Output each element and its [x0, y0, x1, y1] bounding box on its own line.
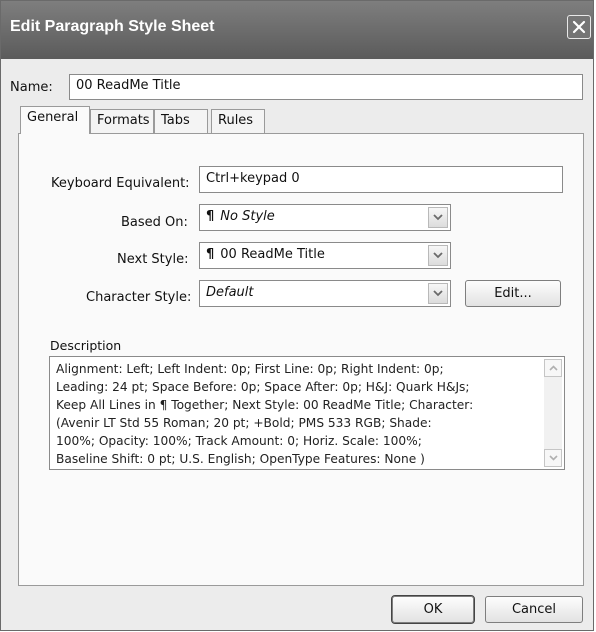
description-line: Leading: 24 pt; Space Before: 0p; Space …	[56, 380, 470, 394]
edit-button-label: Edit...	[494, 286, 532, 301]
description-line: Alignment: Left; Left Indent: 0p; First …	[56, 362, 444, 376]
dialog-window: Edit Paragraph Style Sheet Name: 00 Read…	[0, 0, 594, 631]
keyboard-equivalent-label: Keyboard Equivalent:	[51, 176, 190, 191]
character-style-value: Default	[206, 285, 254, 300]
keyboard-equivalent-input[interactable]: Ctrl+keypad 0	[199, 166, 563, 193]
description-line: (Avenir LT Std 55 Roman; 20 pt; +Bold; P…	[56, 416, 432, 430]
tab-general-label: General	[27, 110, 79, 125]
character-style-dropdown-button[interactable]	[428, 283, 448, 304]
tab-tabs-label: Tabs	[161, 113, 190, 128]
pilcrow-icon: ¶	[206, 247, 215, 262]
name-input[interactable]: 00 ReadMe Title	[69, 74, 583, 100]
based-on-label: Based On:	[121, 215, 188, 230]
description-line: Baseline Shift: 0 pt; U.S. English; Open…	[56, 452, 425, 466]
chevron-down-icon	[433, 252, 443, 259]
pilcrow-icon: ¶	[206, 209, 215, 224]
description-box[interactable]: Alignment: Left; Left Indent: 0p; First …	[49, 356, 565, 470]
character-style-select[interactable]: Default	[199, 280, 451, 307]
scroll-down-icon	[548, 455, 558, 461]
scroll-up-button[interactable]	[544, 359, 562, 377]
name-value: 00 ReadMe Title	[76, 78, 181, 93]
chevron-down-icon	[433, 214, 443, 221]
description-line: Keep All Lines in ¶ Together; Next Style…	[56, 398, 474, 412]
scroll-down-button[interactable]	[544, 449, 562, 467]
tab-rules[interactable]: Rules	[211, 109, 265, 133]
next-style-dropdown-button[interactable]	[428, 245, 448, 266]
based-on-select[interactable]: ¶ No Style	[199, 204, 451, 231]
dialog-title: Edit Paragraph Style Sheet	[10, 18, 215, 35]
tab-general[interactable]: General	[20, 106, 90, 134]
description-line: 100%; Opacity: 100%; Track Amount: 0; Ho…	[56, 434, 422, 448]
description-label: Description	[50, 338, 122, 353]
tab-formats-label: Formats	[97, 113, 150, 128]
tab-rules-label: Rules	[218, 113, 254, 128]
description-text: Alignment: Left; Left Indent: 0p; First …	[56, 360, 538, 468]
ok-button[interactable]: OK	[391, 595, 475, 624]
edit-character-style-button[interactable]: Edit...	[465, 280, 561, 307]
based-on-display: ¶ No Style	[206, 209, 275, 224]
tab-formats[interactable]: Formats	[90, 109, 154, 133]
character-style-label: Character Style:	[86, 290, 192, 305]
title-bar[interactable]: Edit Paragraph Style Sheet	[1, 1, 593, 59]
based-on-dropdown-button[interactable]	[428, 207, 448, 228]
keyboard-equivalent-value: Ctrl+keypad 0	[206, 171, 300, 186]
cancel-button[interactable]: Cancel	[485, 596, 583, 623]
close-icon	[572, 20, 586, 34]
next-style-label: Next Style:	[117, 252, 189, 267]
next-style-select[interactable]: ¶ 00 ReadMe Title	[199, 242, 451, 269]
tab-tabs[interactable]: Tabs	[154, 109, 208, 133]
ok-button-label: OK	[423, 602, 443, 617]
chevron-down-icon	[433, 290, 443, 297]
next-style-display: ¶ 00 ReadMe Title	[206, 247, 325, 262]
name-label: Name:	[10, 80, 53, 95]
cancel-button-label: Cancel	[511, 602, 557, 617]
based-on-value: No Style	[220, 209, 275, 224]
next-style-value: 00 ReadMe Title	[220, 247, 325, 262]
close-button[interactable]	[567, 15, 591, 39]
description-scrollbar[interactable]	[544, 359, 562, 467]
scroll-up-icon	[548, 365, 558, 371]
